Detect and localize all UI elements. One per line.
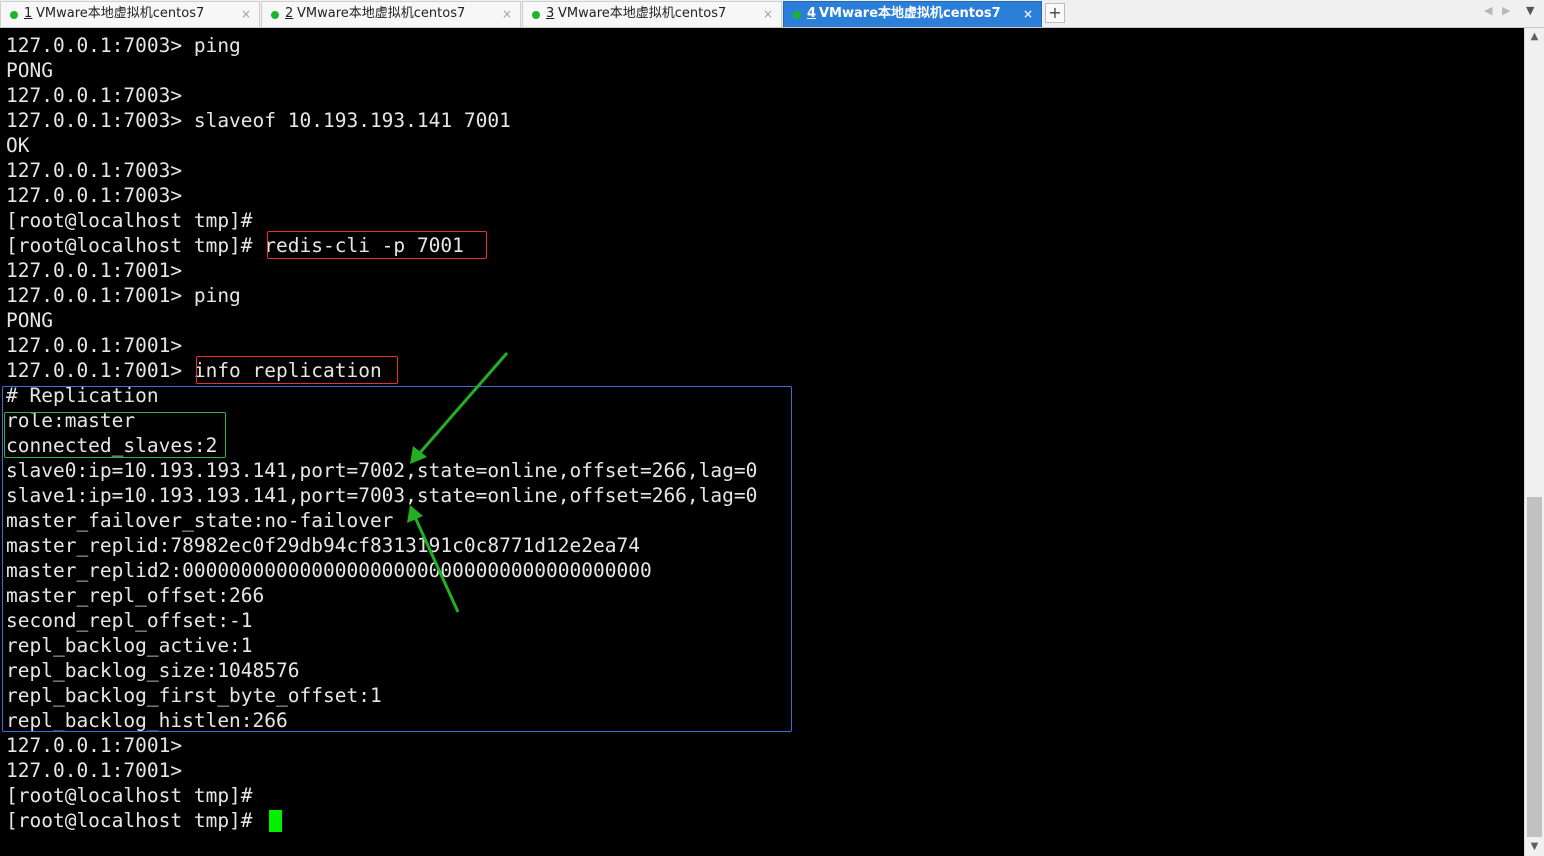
tab-number: 4 <box>807 6 817 21</box>
add-tab-button[interactable]: + <box>1045 3 1065 23</box>
session-tab-3[interactable]: 3 VMware本地虚拟机centos7 × <box>522 1 782 27</box>
session-tab-4[interactable]: 4 VMware本地虚拟机centos7 × <box>783 1 1042 27</box>
terminal-line: [root@localhost tmp]# <box>6 209 253 232</box>
terminal-line: 127.0.0.1:7003> <box>6 184 183 207</box>
terminal-line: [root@localhost tmp]# <box>6 784 253 807</box>
close-icon[interactable]: × <box>241 2 251 26</box>
terminal-line: PONG <box>6 59 53 82</box>
highlight-box-role-and-slaves <box>4 412 226 458</box>
terminal-scrollbar[interactable]: ▲ ▼ <box>1524 28 1544 856</box>
terminal-line: 127.0.0.1:7001> ping <box>6 284 241 307</box>
scroll-down-icon[interactable]: ▼ <box>1525 838 1544 856</box>
close-icon[interactable]: × <box>502 2 512 26</box>
session-tab-2[interactable]: 2 VMware本地虚拟机centos7 × <box>261 1 521 27</box>
tab-number: 1 <box>24 6 33 21</box>
terminal-line: 127.0.0.1:7001> <box>6 334 183 357</box>
terminal-line: 127.0.0.1:7001> <box>6 734 183 757</box>
tab-label: VMware本地虚拟机centos7 <box>36 6 205 21</box>
terminal-line: 127.0.0.1:7003> slaveof 10.193.193.141 7… <box>6 109 511 132</box>
connected-status-icon <box>10 11 18 19</box>
terminal-line: [root@localhost tmp]# <box>6 809 253 832</box>
tab-label: VMware本地虚拟机centos7 <box>558 6 727 21</box>
terminal-line: 127.0.0.1:7003> ping <box>6 34 241 57</box>
terminal-app-window: 1 VMware本地虚拟机centos7 × 2 VMware本地虚拟机cent… <box>0 0 1544 856</box>
close-icon[interactable]: × <box>1023 2 1033 26</box>
tab-list-dropdown-icon[interactable]: ▼ <box>1526 4 1534 17</box>
session-tab-1[interactable]: 1 VMware本地虚拟机centos7 × <box>0 1 260 27</box>
terminal-output[interactable]: 127.0.0.1:7003> ping PONG 127.0.0.1:7003… <box>0 28 1524 856</box>
tab-number: 2 <box>285 6 294 21</box>
tab-scroll-right-icon[interactable]: ▶ <box>1502 4 1510 17</box>
terminal-line: OK <box>6 134 30 157</box>
terminal-line: PONG <box>6 309 53 332</box>
terminal-line: 127.0.0.1:7001> <box>6 759 183 782</box>
tab-label: VMware本地虚拟机centos7 <box>297 6 466 21</box>
connected-status-icon <box>793 11 801 19</box>
tab-scroll-left-icon[interactable]: ◀ <box>1484 4 1492 17</box>
tab-label: VMware本地虚拟机centos7 <box>819 6 1001 21</box>
terminal-line: 127.0.0.1:7003> <box>6 159 183 182</box>
highlight-box-info-replication-command <box>196 356 398 384</box>
scrollbar-thumb[interactable] <box>1527 497 1542 837</box>
close-icon[interactable]: × <box>763 2 773 26</box>
terminal-cursor <box>269 810 282 832</box>
connected-status-icon <box>271 11 279 19</box>
tab-number: 3 <box>546 6 555 21</box>
session-tab-bar: 1 VMware本地虚拟机centos7 × 2 VMware本地虚拟机cent… <box>0 0 1544 28</box>
scroll-up-icon[interactable]: ▲ <box>1525 28 1544 46</box>
terminal-line: 127.0.0.1:7001> <box>6 259 183 282</box>
highlight-box-redis-cli-command <box>267 231 487 259</box>
connected-status-icon <box>532 11 540 19</box>
terminal-line: 127.0.0.1:7003> <box>6 84 183 107</box>
